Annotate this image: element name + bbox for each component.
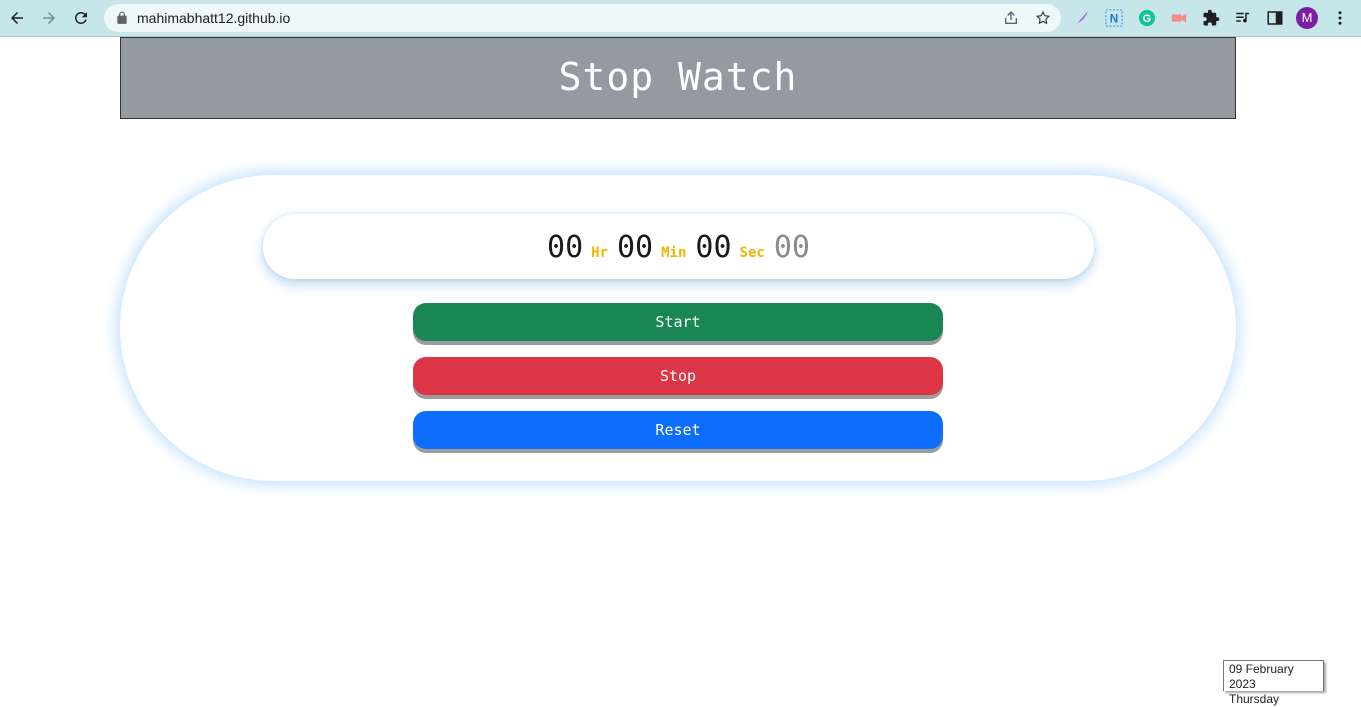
date-tooltip: 09 February 2023 Thursday — [1223, 660, 1324, 706]
svg-text:N: N — [1110, 13, 1118, 26]
forward-arrow-icon — [43, 12, 55, 24]
minutes-value: 00 — [617, 230, 654, 265]
seconds-value: 00 — [695, 230, 732, 265]
page-header: Stop Watch — [120, 37, 1236, 119]
svg-text:G: G — [1143, 13, 1151, 25]
url-text[interactable]: mahimabhatt12.github.io — [137, 4, 290, 32]
reload-icon — [74, 11, 87, 24]
profile-avatar[interactable]: M — [1296, 7, 1318, 29]
time-readout: 00 Hr 00 Min 00 Sec 00 — [547, 230, 810, 265]
start-button[interactable]: Start — [413, 303, 943, 341]
lock-icon — [117, 11, 127, 24]
tooltip-date: 09 February 2023 — [1229, 662, 1294, 691]
back-arrow-icon — [11, 12, 23, 24]
side-panel-icon[interactable] — [1265, 8, 1285, 28]
hours-value: 00 — [547, 230, 584, 265]
forward-button[interactable] — [37, 6, 61, 30]
n-extension-icon[interactable]: N — [1104, 8, 1124, 28]
quill-icon[interactable] — [1072, 8, 1092, 28]
centiseconds-value: 00 — [773, 230, 810, 265]
kebab-menu-icon[interactable] — [1330, 8, 1350, 28]
browser-toolbar: mahimabhatt12.github.io N G M — [0, 0, 1361, 37]
tooltip-weekday: Thursday — [1229, 692, 1280, 706]
camera-extension-icon[interactable] — [1169, 8, 1189, 28]
share-icon[interactable] — [1003, 10, 1019, 26]
minutes-unit-label: Min — [661, 245, 687, 261]
hours-unit-label: Hr — [591, 245, 608, 261]
media-control-icon[interactable] — [1233, 8, 1253, 28]
grammarly-icon[interactable]: G — [1137, 8, 1157, 28]
time-display: 00 Hr 00 Min 00 Sec 00 — [263, 214, 1094, 279]
seconds-unit-label: Sec — [739, 245, 765, 261]
address-bar[interactable]: mahimabhatt12.github.io — [104, 4, 1061, 32]
reset-button[interactable]: Reset — [413, 411, 943, 449]
reload-button[interactable] — [69, 6, 93, 30]
stop-button[interactable]: Stop — [413, 357, 943, 395]
puzzle-icon[interactable] — [1201, 8, 1221, 28]
page-title: Stop Watch — [558, 55, 798, 99]
back-button[interactable] — [5, 6, 29, 30]
star-icon[interactable] — [1035, 10, 1051, 26]
